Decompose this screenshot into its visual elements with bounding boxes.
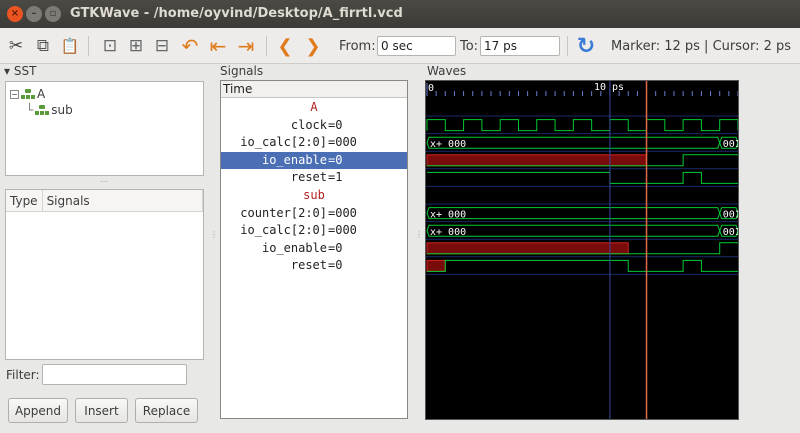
signal-value: =0 <box>328 117 343 132</box>
signal-name: reset <box>290 258 327 273</box>
bus-value-label: x+ 000 <box>430 139 466 150</box>
marker-cursor-readout: Marker: 12 ps | Cursor: 2 ps <box>611 39 792 54</box>
title-bar: × – ▫ GTKWave - /home/oyvind/Desktop/A_f… <box>0 0 800 28</box>
toolbar: ✂ ⧉ 📋 ⊡ ⊞ ⊟ ↶ ⇤ ⇥ ❮ ❯ From: To: ↻ Marker… <box>0 28 800 64</box>
tree-branch-line: └ <box>26 103 34 117</box>
previous-edge-icon[interactable]: ❮ <box>273 34 297 58</box>
ruler-zero-label: 0 <box>428 83 434 94</box>
replace-button[interactable]: Replace <box>135 398 198 423</box>
signal-value: =1 <box>328 170 343 185</box>
from-time-input[interactable] <box>377 36 456 56</box>
window-close-button[interactable]: × <box>7 6 23 22</box>
signal-row[interactable]: io_enable =0 <box>221 240 407 257</box>
type-column-header[interactable]: Type <box>6 190 43 211</box>
undo-zoom-icon[interactable]: ↶ <box>178 34 202 58</box>
copy-icon[interactable]: ⧉ <box>31 34 55 58</box>
signal-name: io_calc[2:0] <box>240 223 327 238</box>
insert-button[interactable]: Insert <box>75 398 128 423</box>
signal-name: clock <box>290 117 327 132</box>
to-time-input[interactable] <box>480 36 560 56</box>
signal-value: =0 <box>328 152 343 167</box>
unknown-state-region <box>426 154 648 167</box>
bus-value-label: 001 <box>723 139 738 150</box>
bus-value-label: 001 <box>723 227 738 238</box>
bit-trace <box>427 171 738 184</box>
time-header: Time <box>221 81 407 98</box>
toolbar-separator <box>567 36 568 56</box>
bus-segment <box>426 136 721 149</box>
signal-name: counter[2:0] <box>240 205 327 220</box>
window-title: GTKWave - /home/oyvind/Desktop/A_firrtl.… <box>70 6 403 21</box>
signal-group-row[interactable]: A <box>221 99 407 116</box>
zoom-to-end-icon[interactable]: ⇥ <box>234 34 258 58</box>
zoom-out-icon[interactable]: ⊟ <box>150 34 174 58</box>
bus-value-label: x+ 000 <box>430 227 466 238</box>
signal-row[interactable]: clock =0 <box>221 117 407 134</box>
toolbar-separator <box>88 36 89 56</box>
zoom-to-start-icon[interactable]: ⇤ <box>206 34 230 58</box>
hierarchy-icon <box>21 89 35 99</box>
signal-row[interactable]: io_calc[2:0] =000 <box>221 222 407 239</box>
right-blank-area <box>741 80 793 420</box>
zoom-in-icon[interactable]: ⊞ <box>124 34 148 58</box>
clock-trace <box>426 119 739 132</box>
signal-value: =0 <box>328 258 343 273</box>
signal-name: io_enable <box>261 240 327 255</box>
window-minimize-button[interactable]: – <box>26 6 42 22</box>
bus-value-label: x+ 000 <box>430 210 466 221</box>
append-button[interactable]: Append <box>8 398 68 423</box>
pane-divider-handle[interactable]: ⋮ <box>415 230 423 239</box>
from-label: From: <box>339 39 376 54</box>
bus-segment <box>426 207 721 220</box>
window-maximize-button[interactable]: ▫ <box>45 6 61 22</box>
signals-column-header[interactable]: Signals <box>43 190 203 211</box>
hierarchy-icon <box>35 105 50 115</box>
ruler-major-label: 10 ps <box>594 82 624 93</box>
type-signals-header: Type Signals <box>6 190 203 212</box>
waves-pane-label: Waves <box>427 64 467 78</box>
tree-node-sub[interactable]: └ sub <box>26 103 73 117</box>
signal-value: =000 <box>328 223 357 238</box>
paste-icon[interactable]: 📋 <box>58 34 82 58</box>
signal-name: io_enable <box>261 152 327 167</box>
sst-tree: − A └ sub <box>5 81 204 176</box>
bit-trace <box>427 259 738 272</box>
signal-row-selected[interactable]: io_enable =0 <box>221 151 407 169</box>
to-label: To: <box>460 39 479 54</box>
toolbar-separator <box>266 36 267 56</box>
signal-value: =0 <box>328 240 343 255</box>
signal-row[interactable]: reset =1 <box>221 169 407 186</box>
tree-node-label: A <box>37 87 46 101</box>
pane-divider-handle[interactable]: ⋮ <box>210 230 218 239</box>
filter-label: Filter: <box>6 368 40 382</box>
bus-value-label: 001 <box>723 210 738 221</box>
pane-resize-handle[interactable]: ⋯ <box>100 177 109 186</box>
cut-icon[interactable]: ✂ <box>4 34 28 58</box>
waves-pane[interactable]: 0 10 ps x+ 000 001 x+ 000 001 x+ 000 001 <box>425 80 741 420</box>
signal-value: =000 <box>328 205 357 220</box>
signals-pane: Time Aclock =0 io_calc[2:0] =000 io_enable =0… <box>220 80 408 419</box>
signal-group-row[interactable]: sub <box>221 187 407 204</box>
unknown-state-region <box>426 242 629 255</box>
signal-name: reset <box>290 170 327 185</box>
tree-node-label: sub <box>51 103 73 117</box>
type-signals-list: Type Signals <box>5 189 204 360</box>
reload-icon[interactable]: ↻ <box>574 34 598 59</box>
bus-segment <box>426 224 721 237</box>
signal-value: =000 <box>328 135 357 150</box>
zoom-fit-icon[interactable]: ⊡ <box>98 34 122 58</box>
signal-name: io_calc[2:0] <box>240 135 327 150</box>
sst-label[interactable]: ▾ SST <box>4 64 36 78</box>
filter-input[interactable] <box>42 364 187 385</box>
collapse-icon[interactable]: − <box>10 89 19 99</box>
signal-row[interactable]: counter[2:0] =000 <box>221 205 407 222</box>
waveform-canvas[interactable]: 0 10 ps x+ 000 001 x+ 000 001 x+ 000 001 <box>426 81 741 419</box>
tree-node-a[interactable]: − A <box>10 87 45 101</box>
signal-row[interactable]: reset =0 <box>221 257 407 274</box>
unknown-state-region <box>426 259 446 272</box>
signal-row[interactable]: io_calc[2:0] =000 <box>221 134 407 151</box>
signals-pane-label: Signals <box>220 64 264 78</box>
next-edge-icon[interactable]: ❯ <box>301 34 325 58</box>
